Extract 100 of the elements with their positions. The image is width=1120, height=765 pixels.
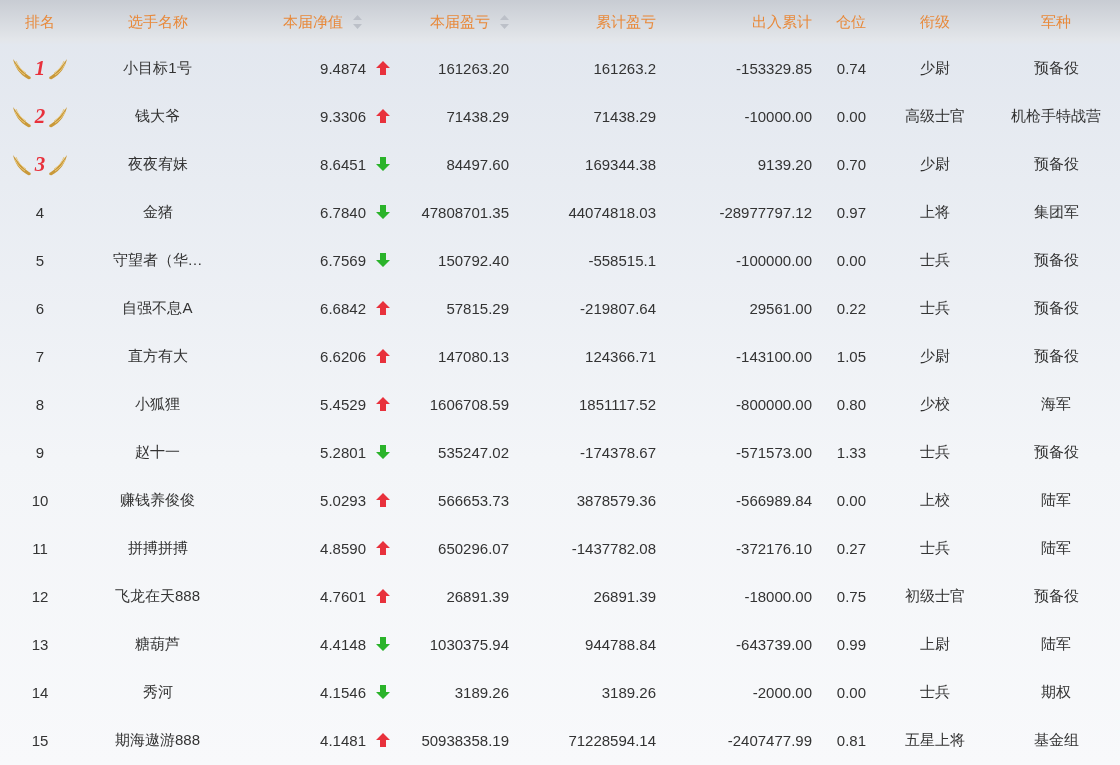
rank-number: 5 — [35, 251, 45, 269]
position-value: 0.22 — [836, 299, 866, 317]
rank-number: 6 — [35, 299, 45, 317]
column-header[interactable]: 本届盈亏 — [430, 12, 490, 32]
player-name: 期海遨游888 — [115, 730, 200, 750]
total-profit-value: 44074818.03 — [568, 203, 656, 221]
profit-value: 1606708.59 — [429, 395, 509, 413]
total-profit-value: 3189.26 — [601, 683, 656, 701]
profit-value: 161263.20 — [438, 59, 509, 77]
total-profit-value: 3878579.36 — [576, 491, 656, 509]
grade-label: 高级士官 — [904, 106, 965, 126]
rank-number: 12 — [31, 587, 49, 605]
grade-label: 上将 — [919, 202, 950, 222]
net-value: 5.0293 — [320, 491, 366, 509]
flow-value: -10000.00 — [744, 107, 812, 125]
position-value: 0.70 — [836, 155, 866, 173]
player-name: 金猪 — [142, 202, 173, 222]
column-header: 军种 — [1041, 12, 1071, 32]
profit-value: 3189.26 — [454, 683, 509, 701]
profit-value: 150792.40 — [438, 251, 509, 269]
total-profit-value: 169344.38 — [585, 155, 656, 173]
position-value: 1.33 — [836, 443, 866, 461]
flow-value: 9139.20 — [757, 155, 812, 173]
total-profit-value: 161263.2 — [593, 59, 656, 77]
flow-value: 29561.00 — [749, 299, 812, 317]
net-value: 9.3306 — [320, 107, 366, 125]
position-value: 0.99 — [836, 635, 866, 653]
player-name: 夜夜宥妹 — [127, 154, 188, 174]
grade-label: 少尉 — [919, 58, 950, 78]
total-profit-value: -1437782.08 — [571, 539, 656, 557]
profit-value: 566653.73 — [438, 491, 509, 509]
rank-number: 9 — [35, 443, 45, 461]
rank-number: 11 — [32, 539, 48, 557]
branch-label: 基金组 — [1033, 730, 1079, 750]
branch-label: 预备役 — [1033, 442, 1079, 462]
sort-icon[interactable] — [500, 15, 509, 29]
total-profit-value: -174378.67 — [580, 443, 656, 461]
rank-number: 7 — [35, 347, 45, 365]
branch-label: 机枪手特战营 — [1011, 106, 1101, 126]
player-name: 赵十一 — [135, 442, 180, 462]
profit-value: 57815.29 — [446, 299, 509, 317]
flow-value: -28977797.12 — [719, 203, 812, 221]
flow-value: -2000.00 — [752, 683, 812, 701]
column-header: 出入累计 — [752, 12, 812, 32]
rank-number: 10 — [31, 491, 49, 509]
profit-value: 26891.39 — [446, 587, 509, 605]
flow-value: -2407477.99 — [727, 731, 812, 749]
net-value: 9.4874 — [320, 59, 366, 77]
grade-label: 少尉 — [919, 346, 950, 366]
column-header[interactable]: 本届净值 — [283, 12, 343, 32]
grade-label: 士兵 — [919, 250, 950, 270]
sort-icon[interactable] — [353, 15, 362, 29]
flow-value: -153329.85 — [736, 59, 812, 77]
grade-label: 五星上将 — [904, 730, 965, 750]
grade-label: 士兵 — [919, 442, 950, 462]
rank-number: 4 — [35, 203, 45, 221]
profit-value: 147080.13 — [438, 347, 509, 365]
position-value: 0.27 — [836, 539, 866, 557]
column-header: 排名 — [25, 12, 55, 32]
player-name: 拼搏拼搏 — [127, 538, 188, 558]
rank-number: 8 — [35, 395, 45, 413]
net-value: 6.7569 — [320, 251, 366, 269]
grade-label: 士兵 — [919, 682, 950, 702]
player-name: 守望者（华… — [112, 250, 203, 270]
position-value: 0.00 — [836, 107, 866, 125]
branch-label: 期权 — [1041, 682, 1071, 702]
player-name: 钱大爷 — [135, 106, 180, 126]
flow-value: -566989.84 — [736, 491, 812, 509]
profit-value: 71438.29 — [446, 107, 509, 125]
net-value: 4.8590 — [320, 539, 366, 557]
position-value: 0.74 — [836, 59, 866, 77]
net-value: 6.7840 — [320, 203, 366, 221]
player-name: 飞龙在天888 — [115, 586, 200, 606]
column-header: 仓位 — [836, 12, 866, 32]
profit-value: 650296.07 — [438, 539, 509, 557]
flow-value: -18000.00 — [744, 587, 812, 605]
position-value: 0.81 — [836, 731, 866, 749]
rank-number: 14 — [31, 683, 49, 701]
net-value: 5.2801 — [320, 443, 366, 461]
grade-label: 士兵 — [919, 298, 950, 318]
total-profit-value: -558515.1 — [588, 251, 656, 269]
flow-value: -800000.00 — [736, 395, 812, 413]
net-value: 4.7601 — [320, 587, 366, 605]
column-header: 选手名称 — [127, 12, 188, 32]
grade-label: 少校 — [919, 394, 950, 414]
total-profit-value: 26891.39 — [593, 587, 656, 605]
rank-number: 15 — [31, 731, 49, 749]
rank-number: 3 — [34, 151, 46, 177]
position-value: 0.80 — [836, 395, 866, 413]
branch-label: 集团军 — [1033, 202, 1079, 222]
player-name: 小狐狸 — [135, 394, 180, 414]
branch-label: 预备役 — [1033, 58, 1079, 78]
player-name: 赚钱养俊俊 — [120, 490, 195, 510]
player-name: 糖葫芦 — [135, 634, 180, 654]
total-profit-value: 944788.84 — [585, 635, 656, 653]
net-value: 5.4529 — [320, 395, 366, 413]
branch-label: 预备役 — [1033, 154, 1079, 174]
total-profit-value: 71228594.14 — [568, 731, 656, 749]
net-value: 4.1481 — [320, 731, 366, 749]
branch-label: 陆军 — [1041, 634, 1071, 654]
